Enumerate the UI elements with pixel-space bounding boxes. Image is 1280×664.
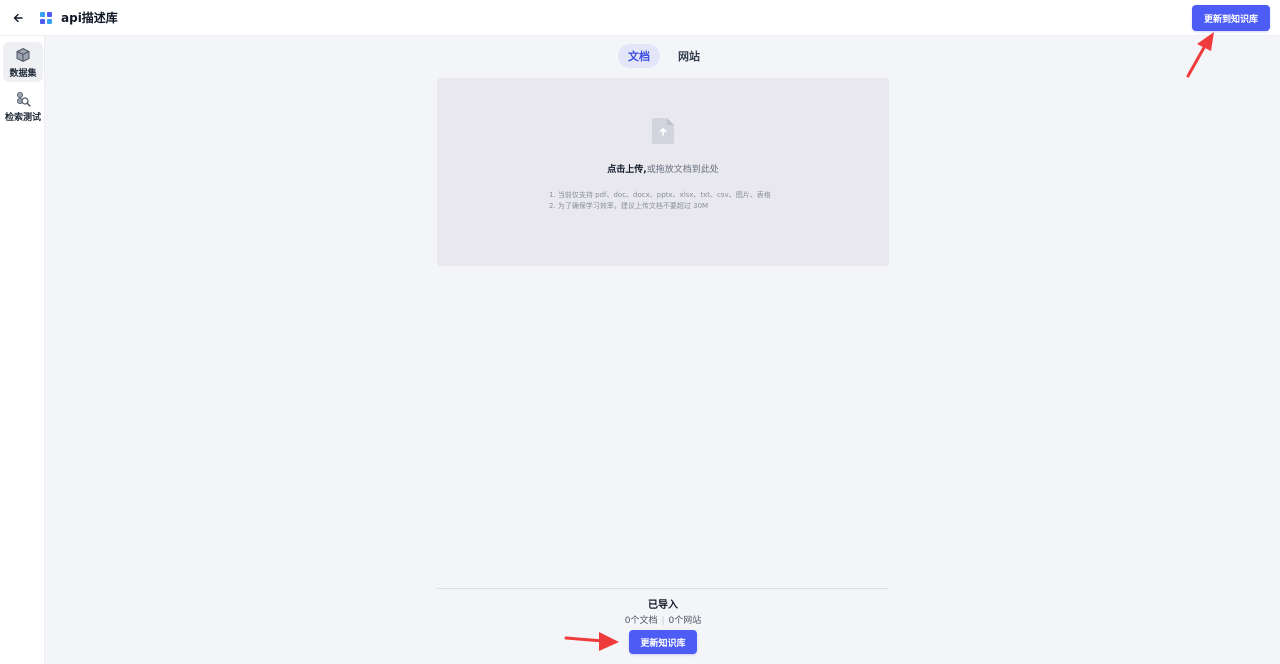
file-upload-dropzone[interactable]: 点击上传,或拖放文档到此处 1. 当前仅支持 pdf、doc、docx、pptx… — [437, 78, 889, 266]
upload-click-text: 点击上传, — [607, 165, 647, 175]
divider — [437, 588, 889, 589]
sidebar-item-dataset[interactable]: 数据集 — [3, 42, 43, 82]
upload-hints: 1. 当前仅支持 pdf、doc、docx、pptx、xlsx、txt、csv、… — [549, 190, 771, 212]
source-tabs: 文档 网站 — [618, 44, 710, 68]
arrow-left-icon — [13, 13, 23, 23]
imported-section-title: 已导入 — [648, 600, 678, 611]
imported-counts: 0个文档 | 0个网站 — [437, 613, 889, 626]
sidebar: 数据集 检索测试 — [0, 36, 45, 664]
upload-instruction: 点击上传,或拖放文档到此处 — [437, 162, 889, 175]
sidebar-item-search-test[interactable]: 检索测试 — [3, 86, 43, 126]
back-button[interactable] — [9, 9, 27, 27]
sidebar-item-label: 检索测试 — [4, 113, 41, 123]
tab-websites[interactable]: 网站 — [668, 44, 710, 68]
update-knowledge-base-button[interactable]: 更新知识库 — [629, 630, 697, 654]
file-upload-icon — [652, 118, 674, 144]
upload-hint-size: 2. 为了确保学习效率，建议上传文档不要超过 30M — [549, 202, 709, 210]
knowledge-base-logo-icon — [40, 12, 52, 24]
main-content: 文档 网站 点击上传,或拖放文档到此处 1. 当前仅支持 pdf、doc、doc… — [45, 36, 1280, 664]
count-separator: | — [661, 616, 665, 626]
knowledge-base-title: api描述库 — [61, 11, 118, 25]
update-to-knowledge-base-button[interactable]: 更新到知识库 — [1192, 5, 1270, 31]
upload-drag-text: 或拖放文档到此处 — [646, 165, 719, 175]
imported-docs-count: 0个文档 — [624, 616, 658, 626]
upload-hint-formats: 1. 当前仅支持 pdf、doc、docx、pptx、xlsx、txt、csv、… — [549, 191, 771, 199]
sidebar-item-label: 数据集 — [9, 69, 37, 79]
imported-sites-count: 0个网站 — [668, 616, 702, 626]
cube-icon — [16, 47, 30, 63]
top-bar: api描述库 更新到知识库 — [0, 0, 1280, 36]
tab-documents[interactable]: 文档 — [618, 44, 660, 68]
search-test-icon — [17, 92, 31, 107]
